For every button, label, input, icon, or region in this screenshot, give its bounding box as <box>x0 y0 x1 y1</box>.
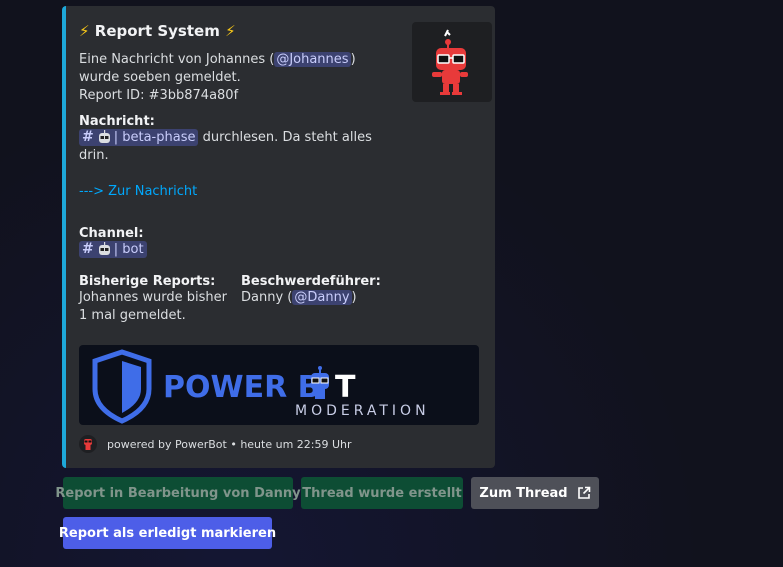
report-id: Report ID: #3bb874a80f <box>79 88 239 103</box>
banner-subtitle: MODERATION <box>295 403 430 419</box>
banner-word-right: T <box>335 370 356 405</box>
channel-mention-beta-phase[interactable]: # | beta-phase <box>79 129 199 146</box>
field-name: Channel: <box>79 226 144 241</box>
embed-description: Eine Nachricht von Johannes (@Johannes) … <box>79 51 389 105</box>
field-name: Bisherige Reports: <box>79 274 216 289</box>
channel-mention-bot[interactable]: # | bot <box>79 241 147 258</box>
banner-word-left: POWER B <box>163 370 321 405</box>
field-channel: Channel: # | bot <box>79 226 399 259</box>
footer-text: powered by PowerBot • heute um 22:59 Uhr <box>107 437 352 451</box>
report-embed: ⚡ Report System ⚡ Eine Nachricht von Joh… <box>62 6 495 468</box>
robot-icon <box>98 242 110 255</box>
complainant-text: ) <box>351 290 357 305</box>
field-value: # | bot <box>79 241 399 259</box>
to-thread-label: Zum Thread <box>479 485 568 501</box>
thread-created-button[interactable]: Thread wurde erstellt <box>301 477 463 509</box>
mark-done-button[interactable]: Report als erledigt markieren <box>59 517 276 549</box>
hashtag-icon: # <box>82 129 94 145</box>
robot-mascot-icon <box>79 435 97 453</box>
lightning-icon: ⚡ <box>79 22 90 40</box>
field-complainant: Beschwerdeführer: Danny (@Danny) <box>241 274 391 307</box>
to-thread-button[interactable]: Zum Thread <box>471 477 599 509</box>
hashtag-icon: # <box>82 241 94 257</box>
field-value: Johannes wurde bisher 1 mal gemeldet. <box>79 290 227 323</box>
embed-title: ⚡ Report System ⚡ <box>79 22 236 40</box>
field-message: Nachricht: # | beta-phase durchlesen. Da … <box>79 114 399 201</box>
field-value: # | beta-phase durchlesen. Da steht alles… <box>79 129 399 165</box>
field-previous-reports: Bisherige Reports: Johannes wurde bisher… <box>79 274 229 325</box>
robot-mascot-icon <box>432 29 468 95</box>
thumbnail-robot-mascot <box>412 22 492 102</box>
field-value: Danny (@Danny) <box>241 289 391 307</box>
banner-graphic: POWER B T MODERATION <box>92 349 430 424</box>
description-text: Eine Nachricht von Johannes ( <box>79 52 275 67</box>
external-link-icon <box>577 486 590 499</box>
complainant-text: Danny ( <box>241 290 293 305</box>
field-value: ---> Zur Nachricht <box>79 183 399 201</box>
robot-icon <box>98 130 110 143</box>
field-name: Nachricht: <box>79 114 155 129</box>
embed-title-text: Report System <box>94 22 220 40</box>
in-progress-button[interactable]: Report in Bearbeitung von Danny <box>55 477 301 509</box>
powerbot-banner-image[interactable]: POWER B T MODERATION <box>79 345 479 425</box>
field-name: Beschwerdeführer: <box>241 274 381 289</box>
user-mention-danny[interactable]: @Danny <box>292 290 352 305</box>
user-mention-johannes[interactable]: @Johannes <box>274 52 351 67</box>
channel-name: | bot <box>113 242 144 257</box>
jump-to-message-link[interactable]: ---> Zur Nachricht <box>79 184 197 199</box>
lightning-icon: ⚡ <box>225 22 236 40</box>
channel-name: | beta-phase <box>113 130 196 145</box>
embed-footer: powered by PowerBot • heute um 22:59 Uhr <box>79 434 352 454</box>
